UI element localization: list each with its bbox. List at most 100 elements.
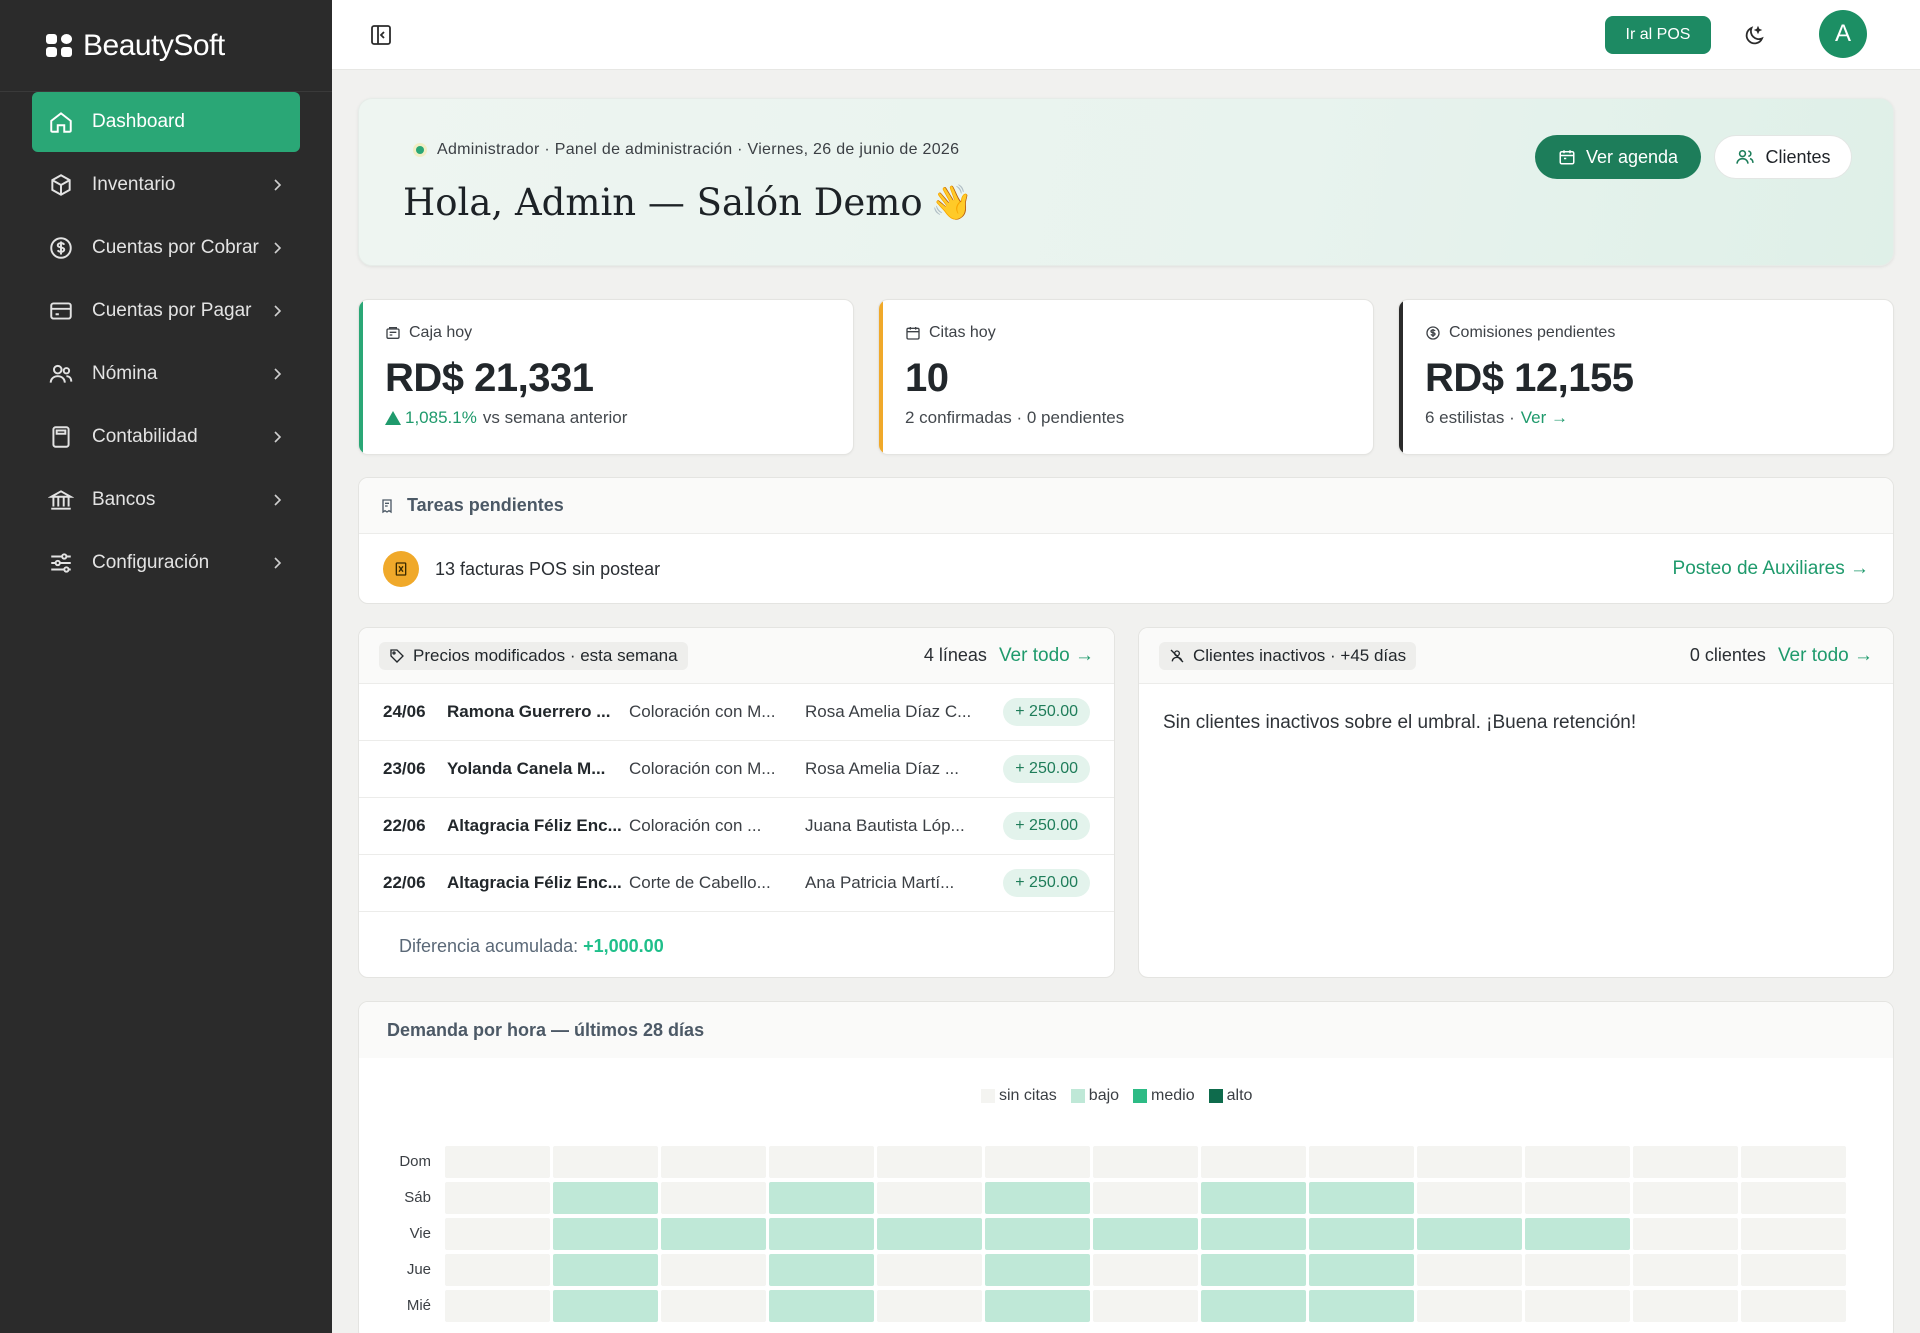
sliders-icon: [48, 550, 74, 576]
price-change-row[interactable]: 22/06 Altagracia Féliz Enc... Corte de Cab…: [359, 855, 1114, 912]
heatmap-cell: [553, 1218, 658, 1250]
heatmap-cell: [1093, 1182, 1198, 1214]
heatmap-day-label: Dom: [399, 1153, 431, 1170]
view-all-prices-link[interactable]: Ver todo →: [999, 645, 1094, 667]
inactive-clients-panel: Clientes inactivos · +45 días 0 clientes…: [1138, 627, 1894, 978]
legend-item: alto: [1208, 1087, 1252, 1105]
delta-suffix: vs semana anterior: [482, 408, 628, 427]
sidebar-item-label: Inventario: [92, 174, 176, 195]
sidebar-item-label: Dashboard: [92, 111, 185, 132]
view-commissions-link[interactable]: Ver →: [1521, 408, 1568, 428]
heatmap-cell: [1633, 1254, 1738, 1286]
post-auxiliaries-link[interactable]: Posteo de Auxiliares →: [1673, 558, 1869, 580]
kpi-sub: 1,085.1% vs semana anterior: [385, 408, 627, 428]
sidebar-item-label: Contabilidad: [92, 426, 198, 447]
sidebar-item-contabilidad[interactable]: Contabilidad: [32, 407, 300, 467]
row-service: Coloración con M...: [629, 759, 776, 778]
kpi-comisiones: Comisiones pendientes RD$ 12,155 6 estil…: [1398, 299, 1894, 455]
sidebar-item-dashboard[interactable]: Dashboard: [32, 92, 300, 152]
row-date: 24/06: [383, 702, 426, 721]
sidebar-item-cuentas-pagar[interactable]: Cuentas por Pagar: [32, 281, 300, 341]
row-amount-badge: + 250.00: [1003, 755, 1090, 783]
heatmap-cell: [1093, 1254, 1198, 1286]
calendar-icon: [906, 327, 920, 340]
hourly-demand-panel: Demanda por hora — últimos 28 días sin c…: [358, 1001, 1894, 1333]
heatmap-cell: [1417, 1254, 1522, 1286]
welcome-hero: Administrador · Panel de administración …: [358, 98, 1894, 266]
tasks-title: Tareas pendientes: [407, 495, 564, 515]
heatmap-cell: [445, 1146, 550, 1178]
heatmap-cell: [661, 1218, 766, 1250]
heatmap-cell: [553, 1146, 658, 1178]
heatmap-day-label: Mié: [406, 1297, 431, 1314]
sidebar-item-label: Cuentas por Cobrar: [92, 237, 259, 258]
panel-title-text: Precios modificados · esta semana: [413, 645, 678, 665]
users-icon: [1736, 149, 1755, 164]
sidebar-item-configuracion[interactable]: Configuración: [32, 533, 300, 593]
row-service: Coloración con M...: [629, 702, 776, 721]
kpi-value: RD$ 12,155: [1425, 356, 1634, 400]
legend-swatch: [1208, 1089, 1223, 1103]
heatmap-cell: [1741, 1182, 1846, 1214]
sidebar-item-cuentas-cobrar[interactable]: Cuentas por Cobrar: [32, 218, 300, 278]
heatmap-cell: [769, 1182, 874, 1214]
heatmap-day-label: Vie: [409, 1225, 431, 1242]
row-service: Corte de Cabello...: [629, 873, 771, 892]
delta-up: 1,085.1%: [385, 408, 477, 428]
panel-header-right: 4 líneas Ver todo →: [924, 645, 1094, 667]
heatmap-cell: [661, 1182, 766, 1214]
task-item[interactable]: 13 facturas POS sin postear Posteo de Au…: [359, 534, 1893, 603]
price-change-row[interactable]: 24/06 Ramona Guerrero ... Coloración con M…: [359, 684, 1114, 741]
heatmap-cell: [769, 1254, 874, 1286]
chevron-right-icon: [274, 431, 282, 443]
heatmap-cell: [1417, 1182, 1522, 1214]
legend-swatch: [1133, 1089, 1148, 1103]
hero-meta: Administrador · Panel de administración …: [413, 141, 959, 159]
legend-label: sin citas: [999, 1087, 1057, 1104]
go-to-pos-button[interactable]: Ir al POS: [1605, 16, 1711, 54]
invoice-icon: [383, 551, 419, 587]
sidebar-item-bancos[interactable]: Bancos: [32, 470, 300, 530]
heatmap-cell: [1525, 1254, 1630, 1286]
heatmap-cell: [1633, 1290, 1738, 1322]
sidebar-item-nomina[interactable]: Nómina: [32, 344, 300, 404]
price-rows: 24/06 Ramona Guerrero ... Coloración con M…: [359, 684, 1114, 912]
row-amount-badge: + 250.00: [1003, 869, 1090, 897]
chevron-right-icon: [274, 179, 282, 191]
heatmap-cell: [1309, 1218, 1414, 1250]
chevron-right-icon: [274, 368, 282, 380]
heatmap-cell: [1309, 1254, 1414, 1286]
row-stylist: Ana Patricia Martí...: [805, 873, 955, 892]
heatmap-cell: [661, 1254, 766, 1286]
legend-swatch: [1070, 1089, 1085, 1103]
dollar-circle-icon: [48, 235, 74, 261]
heatmap-cell: [445, 1218, 550, 1250]
demand-title: Demanda por hora — últimos 28 días: [359, 1002, 1893, 1058]
sidebar-toggle-icon[interactable]: [370, 24, 392, 46]
view-agenda-button[interactable]: Ver agenda: [1535, 135, 1701, 179]
row-stylist: Rosa Amelia Díaz ...: [805, 759, 960, 778]
panel-title: Clientes inactivos · +45 días: [1159, 641, 1417, 670]
heatmap-cell: [877, 1290, 982, 1322]
price-changes-panel: Precios modificados · esta semana 4 líne…: [358, 627, 1115, 978]
diff-value: +1,000.00: [583, 936, 664, 956]
sidebar-item-inventario[interactable]: Inventario: [32, 155, 300, 215]
heatmap-cell: [1633, 1218, 1738, 1250]
price-change-row[interactable]: 22/06 Altagracia Féliz Enc... Coloración c…: [359, 798, 1114, 855]
hero-meta-text: Administrador · Panel de administración …: [437, 141, 960, 158]
heatmap-cell: [661, 1146, 766, 1178]
brand[interactable]: BeautySoft: [0, 0, 332, 92]
legend-label: medio: [1151, 1087, 1195, 1104]
user-avatar[interactable]: A: [1819, 10, 1867, 58]
price-change-row[interactable]: 23/06 Yolanda Canela M... Coloración con M…: [359, 741, 1114, 798]
clients-count: 0 clientes: [1689, 645, 1766, 665]
clients-button[interactable]: Clientes: [1714, 135, 1852, 179]
heatmap-cell: [445, 1254, 550, 1286]
tasks-header: Tareas pendientes: [359, 478, 1893, 534]
heatmap-cell: [1525, 1146, 1630, 1178]
panel-title-text: Clientes inactivos · +45 días: [1193, 645, 1407, 665]
clients-label: Clientes: [1765, 146, 1831, 167]
dark-mode-toggle-icon[interactable]: [1742, 24, 1766, 48]
view-all-inactive-link[interactable]: Ver todo →: [1778, 645, 1873, 667]
heatmap-cell: [1093, 1146, 1198, 1178]
